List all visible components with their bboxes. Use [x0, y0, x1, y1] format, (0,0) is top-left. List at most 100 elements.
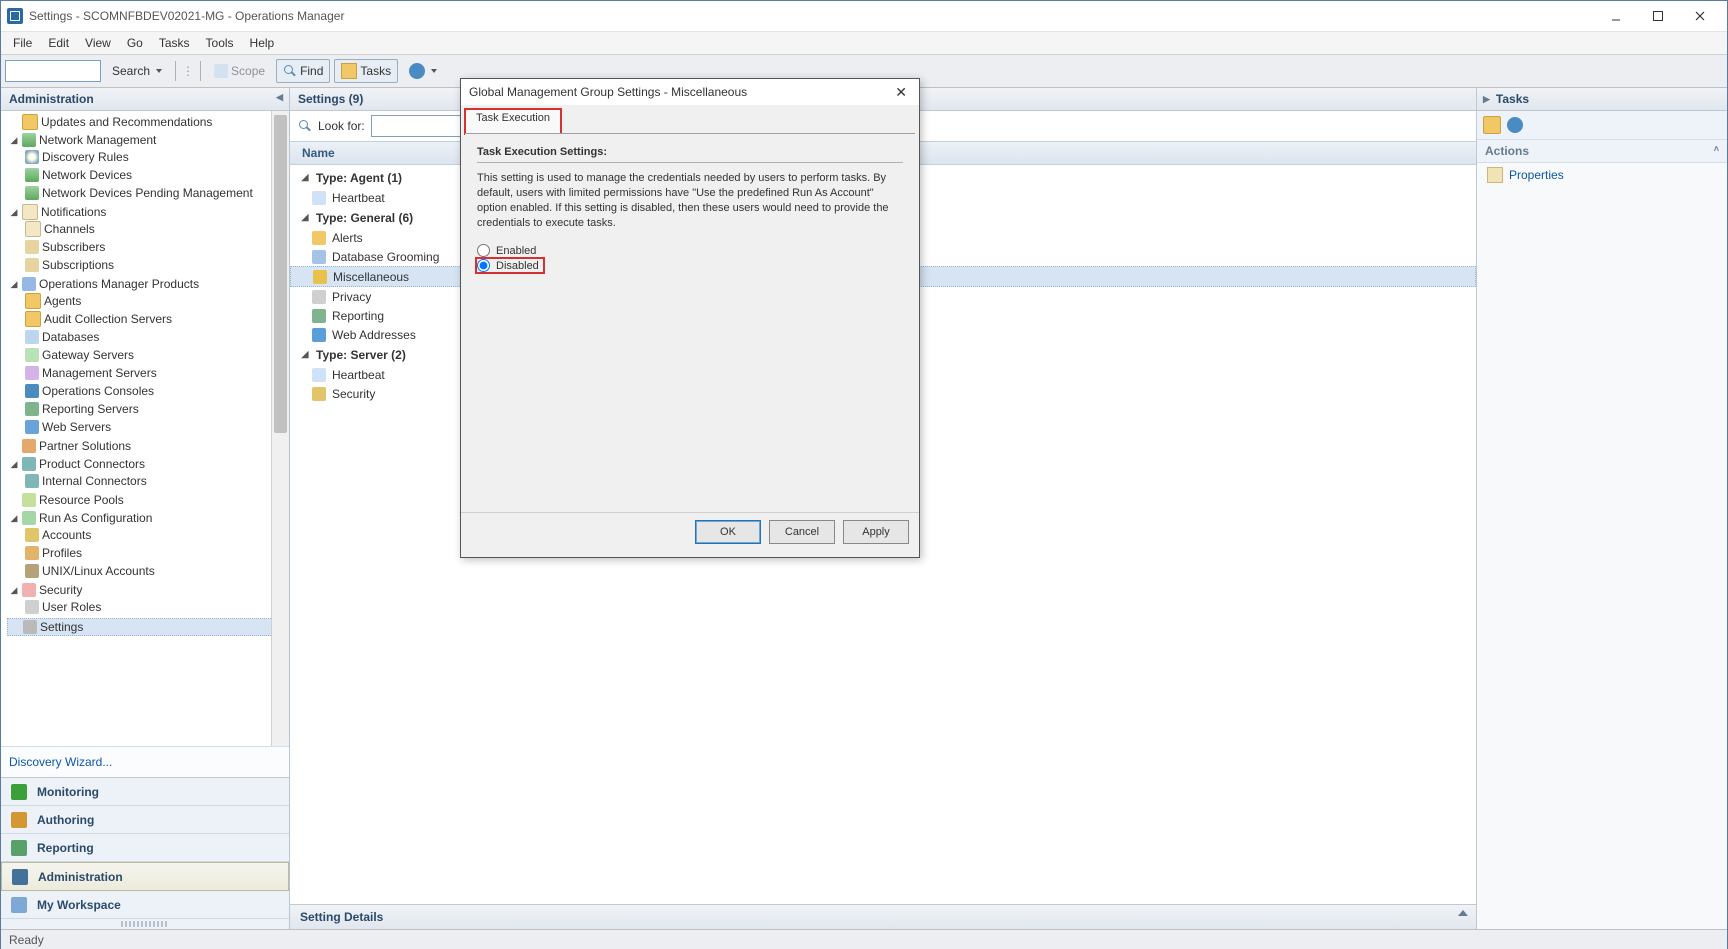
tree-security[interactable]: ◢Security	[7, 582, 289, 598]
dialog-apply-button[interactable]: Apply	[843, 520, 909, 544]
workspace-icon	[11, 897, 27, 913]
dialog-tab-page: Task Execution Settings: This setting is…	[465, 133, 915, 512]
left-pane-title: Administration	[9, 92, 94, 106]
center-title: Settings (9)	[298, 92, 363, 106]
tab-task-execution[interactable]: Task Execution	[465, 109, 561, 134]
toolbar-tasks-button[interactable]: Tasks	[334, 59, 398, 83]
tasks-title: Tasks	[1496, 92, 1529, 106]
tree-updates[interactable]: Updates and Recommendations	[7, 114, 289, 130]
search-icon	[283, 64, 297, 78]
action-properties-label: Properties	[1509, 168, 1564, 182]
tree-network-pending[interactable]: Network Devices Pending Management	[23, 185, 289, 201]
monitoring-icon	[11, 784, 27, 800]
tree-profiles[interactable]: Profiles	[23, 545, 289, 561]
tree-reporting-servers[interactable]: Reporting Servers	[23, 401, 289, 417]
dialog-ok-button[interactable]: OK	[695, 520, 761, 544]
nav-reporting[interactable]: Reporting	[1, 834, 289, 862]
nav-my-workspace[interactable]: My Workspace	[1, 891, 289, 919]
tasks-pane-header: ▶ Tasks	[1477, 88, 1727, 111]
window-titlebar: Settings - SCOMNFBDEV02021-MG - Operatio…	[1, 1, 1727, 32]
nav-authoring[interactable]: Authoring	[1, 806, 289, 834]
tree-mgmt-servers[interactable]: Management Servers	[23, 365, 289, 381]
tree-pools[interactable]: Resource Pools	[7, 492, 289, 508]
menu-edit[interactable]: Edit	[40, 34, 77, 52]
tree-subscribers[interactable]: Subscribers	[23, 239, 289, 255]
maximize-button[interactable]	[1637, 2, 1679, 30]
menu-go[interactable]: Go	[119, 34, 151, 52]
radio-enabled[interactable]: Enabled	[477, 242, 903, 259]
close-button[interactable]	[1679, 2, 1721, 30]
radio-enabled-label: Enabled	[496, 245, 536, 257]
toolbar-search-button[interactable]: Search	[105, 59, 169, 83]
left-pane-header: Administration ◀	[1, 88, 289, 111]
dialog-title: Global Management Group Settings - Misce…	[469, 85, 747, 99]
tasks-toolbar	[1477, 111, 1727, 140]
collapse-left-icon[interactable]: ◀	[276, 92, 283, 103]
tree-agents[interactable]: Agents	[23, 293, 289, 309]
tree-connectors[interactable]: ◢Product Connectors	[7, 456, 289, 472]
toolbar-scope-button[interactable]: Scope	[207, 59, 272, 83]
menu-tools[interactable]: Tools	[198, 34, 242, 52]
expand-tasks-icon[interactable]: ▶	[1483, 94, 1490, 105]
tasks-icon	[341, 63, 357, 79]
tree-gateway[interactable]: Gateway Servers	[23, 347, 289, 363]
tree-user-roles[interactable]: User Roles	[23, 599, 289, 615]
section-description: This setting is used to manage the crede…	[477, 171, 903, 230]
tree-internal-connectors[interactable]: Internal Connectors	[23, 473, 289, 489]
administration-icon	[12, 869, 28, 885]
overflow-icon[interactable]: ⋮	[182, 64, 194, 78]
menu-help[interactable]: Help	[242, 34, 283, 52]
tree-consoles[interactable]: Operations Consoles	[23, 383, 289, 399]
tree-databases[interactable]: Databases	[23, 329, 289, 345]
minimize-button[interactable]	[1595, 2, 1637, 30]
status-text: Ready	[9, 933, 44, 947]
tree-audit[interactable]: Audit Collection Servers	[23, 311, 289, 327]
menu-bar: File Edit View Go Tasks Tools Help	[1, 32, 1727, 55]
nav-grip[interactable]	[121, 921, 169, 927]
tree-partner[interactable]: Partner Solutions	[7, 438, 289, 454]
reporting-icon	[11, 840, 27, 856]
scrollbar[interactable]	[271, 111, 289, 746]
tree-unix[interactable]: UNIX/Linux Accounts	[23, 563, 289, 579]
tree-discovery-rules[interactable]: Discovery Rules	[23, 149, 289, 165]
tree-notifications[interactable]: ◢Notifications	[7, 204, 289, 220]
settings-dialog: Global Management Group Settings - Misce…	[460, 78, 920, 558]
dialog-cancel-button[interactable]: Cancel	[769, 520, 835, 544]
tree-channels[interactable]: Channels	[23, 221, 289, 237]
radio-enabled-input[interactable]	[477, 244, 490, 257]
tree-settings[interactable]: Settings	[7, 618, 289, 636]
expand-detail-icon[interactable]	[1458, 910, 1468, 916]
tree-om-products[interactable]: ◢Operations Manager Products	[7, 276, 289, 292]
wunderbar: Monitoring Authoring Reporting Administr…	[1, 777, 289, 929]
tree-web-servers[interactable]: Web Servers	[23, 419, 289, 435]
menu-view[interactable]: View	[77, 34, 119, 52]
help-icon[interactable]	[1507, 117, 1523, 133]
tree-network-management[interactable]: ◢Network Management	[7, 132, 289, 148]
status-bar: Ready	[1, 929, 1727, 949]
collapse-actions-icon[interactable]: ˄	[1714, 144, 1719, 158]
radio-disabled[interactable]: Disabled	[477, 259, 543, 272]
detail-bar[interactable]: Setting Details	[290, 904, 1476, 929]
tree-subscriptions[interactable]: Subscriptions	[23, 257, 289, 273]
toolbar-find-button[interactable]: Find	[276, 59, 330, 83]
radio-disabled-input[interactable]	[477, 259, 490, 272]
admin-tree: Updates and Recommendations ◢Network Man…	[1, 111, 289, 746]
action-properties[interactable]: Properties	[1477, 163, 1727, 187]
discovery-wizard-link[interactable]: Discovery Wizard...	[1, 746, 289, 777]
tasks-icon[interactable]	[1483, 116, 1501, 134]
nav-monitoring[interactable]: Monitoring	[1, 778, 289, 806]
dialog-close-button[interactable]: ✕	[891, 84, 911, 101]
detail-header: Setting Details	[300, 910, 383, 924]
menu-tasks[interactable]: Tasks	[151, 34, 198, 52]
tree-network-devices[interactable]: Network Devices	[23, 167, 289, 183]
separator	[200, 61, 201, 81]
menu-file[interactable]: File	[5, 34, 40, 52]
tree-accounts[interactable]: Accounts	[23, 527, 289, 543]
section-title: Task Execution Settings:	[477, 146, 903, 158]
authoring-icon	[11, 812, 27, 828]
nav-administration[interactable]: Administration	[1, 862, 289, 891]
window-title: Settings - SCOMNFBDEV02021-MG - Operatio…	[29, 9, 1595, 23]
tree-run-as[interactable]: ◢Run As Configuration	[7, 510, 289, 526]
toolbar-search-input[interactable]	[5, 60, 101, 82]
toolbar-help-button[interactable]	[402, 59, 444, 83]
